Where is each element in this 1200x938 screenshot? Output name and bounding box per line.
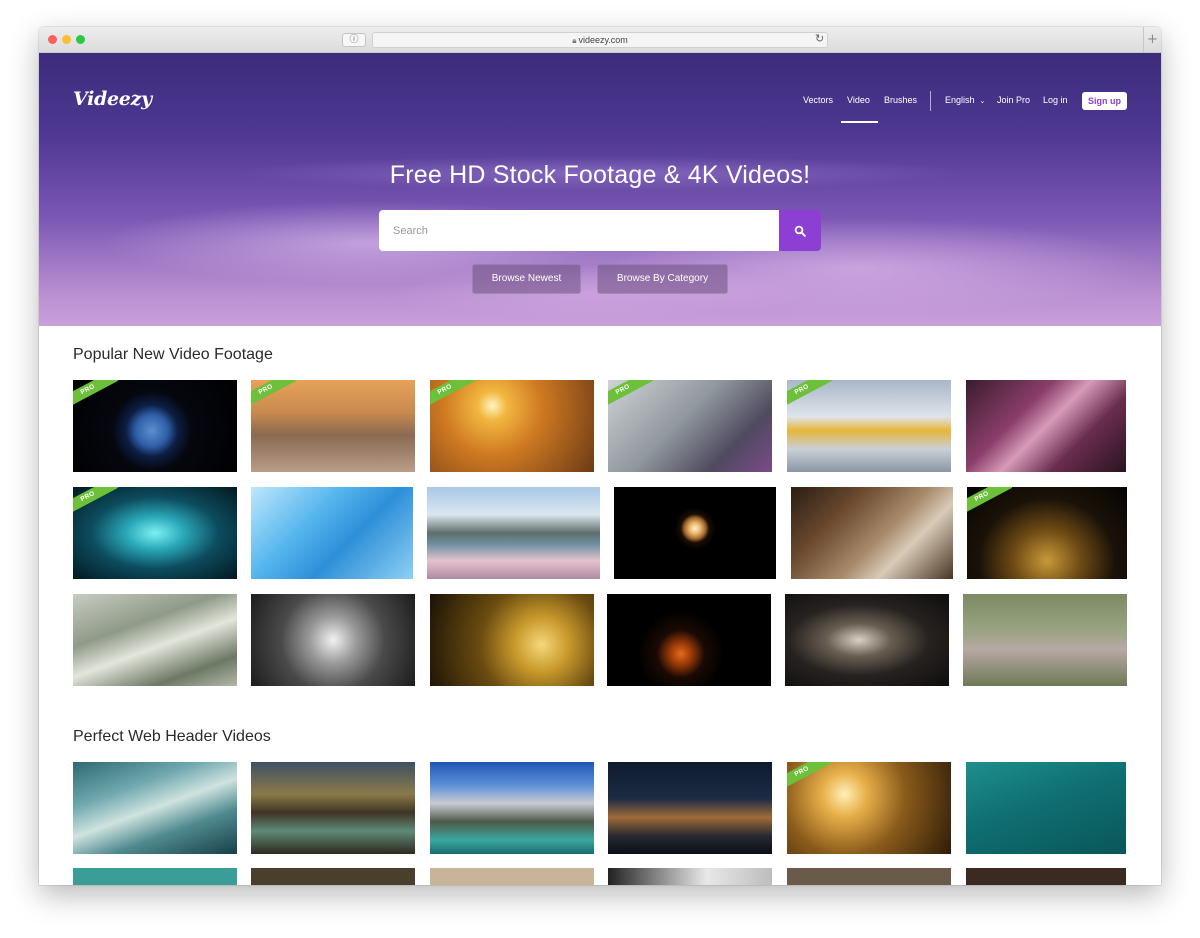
hero-title: Free HD Stock Footage & 4K Videos! [389, 161, 811, 189]
pro-badge: PRO [430, 380, 476, 410]
active-nav-indicator [841, 121, 878, 123]
hero-banner: Videezy Vectors Video Brushes English ⌄ J… [39, 53, 1161, 326]
language-label: English [945, 95, 975, 105]
video-thumbnail-particles[interactable]: PRO [967, 487, 1127, 579]
browse-newest-button[interactable]: Browse Newest [472, 264, 581, 294]
pro-badge: PRO [967, 487, 1013, 517]
minimize-window-button[interactable] [62, 35, 71, 44]
video-thumbnail-partial[interactable] [787, 868, 951, 885]
browse-category-button[interactable]: Browse By Category [597, 264, 728, 294]
close-window-button[interactable] [48, 35, 57, 44]
video-thumbnail-bitcoin[interactable] [430, 594, 594, 686]
video-thumbnail-firework[interactable] [614, 487, 776, 579]
reload-icon[interactable]: ↻ [815, 32, 824, 45]
video-thumbnail-partial[interactable] [430, 868, 594, 885]
search-button[interactable] [779, 210, 821, 251]
section-title-popular: Popular New Video Footage [73, 346, 273, 363]
video-thumbnail-metal[interactable] [251, 594, 415, 686]
lock-icon: 🔒︎ [572, 36, 577, 45]
video-thumbnail-water[interactable] [73, 762, 237, 854]
video-thumbnail-partial[interactable] [608, 868, 772, 885]
video-thumbnail-cubes[interactable] [966, 380, 1126, 472]
zoom-window-button[interactable] [76, 35, 85, 44]
video-thumbnail-skyline[interactable] [608, 762, 772, 854]
video-thumbnail-surfer[interactable]: PRO [430, 380, 594, 472]
address-bar[interactable]: 🔒︎ videezy.com [372, 32, 828, 48]
video-thumbnail-surf-walk[interactable]: PRO [251, 380, 415, 472]
chevron-down-icon: ⌄ [979, 97, 986, 105]
nav-brushes[interactable]: Brushes [884, 95, 917, 105]
nav-divider [930, 91, 931, 111]
search-input[interactable] [379, 210, 780, 251]
video-thumbnail-splash[interactable] [785, 594, 949, 686]
video-thumbnail-dollars[interactable] [73, 594, 237, 686]
video-thumbnail-boats[interactable] [966, 762, 1126, 854]
new-tab-button[interactable]: + [1143, 27, 1161, 53]
video-thumbnail-partial[interactable] [73, 868, 237, 885]
video-thumbnail-earth[interactable]: PRO [73, 380, 237, 472]
video-thumbnail-hand-water[interactable]: PRO [787, 762, 951, 854]
video-thumbnail-bridge[interactable] [427, 487, 600, 579]
pro-badge: PRO [73, 487, 119, 517]
video-thumbnail-polygons[interactable] [251, 487, 413, 579]
address-url: videezy.com [578, 35, 628, 45]
signup-button[interactable]: Sign up [1082, 92, 1127, 110]
video-thumbnail-tunnel[interactable]: PRO [73, 487, 237, 579]
nav-login[interactable]: Log in [1043, 95, 1068, 105]
video-thumbnail-laboratory[interactable]: PRO [608, 380, 772, 472]
pro-badge: PRO [608, 380, 654, 410]
video-thumbnail-oranges[interactable] [607, 594, 771, 686]
browser-window: ⓘ 🔒︎ videezy.com ↻ + Videezy Vectors Vide… [39, 27, 1161, 885]
video-thumbnail-pier[interactable] [251, 762, 415, 854]
site-logo[interactable]: Videezy [73, 88, 152, 110]
language-select[interactable]: English ⌄ [945, 95, 985, 105]
password-manager-icon[interactable]: ⓘ [342, 33, 366, 47]
video-thumbnail-mountains[interactable] [430, 762, 594, 854]
video-thumbnail-hippos[interactable] [963, 594, 1127, 686]
video-thumbnail-partial[interactable] [251, 868, 415, 885]
nav-video[interactable]: Video [847, 95, 870, 105]
search-box [379, 210, 780, 251]
video-thumbnail-robot-arm[interactable]: PRO [787, 380, 951, 472]
search-icon [794, 225, 806, 237]
nav-join-pro[interactable]: Join Pro [997, 95, 1030, 105]
nav-vectors[interactable]: Vectors [803, 95, 833, 105]
pro-badge: PRO [251, 380, 297, 410]
video-thumbnail-baseball[interactable] [791, 487, 953, 579]
section-title-web-header: Perfect Web Header Videos [73, 728, 271, 745]
pro-badge: PRO [73, 380, 119, 410]
pro-badge: PRO [787, 762, 833, 792]
pro-badge: PRO [787, 380, 833, 410]
video-thumbnail-partial[interactable] [966, 868, 1126, 885]
browser-toolbar: ⓘ 🔒︎ videezy.com ↻ + [39, 27, 1161, 53]
